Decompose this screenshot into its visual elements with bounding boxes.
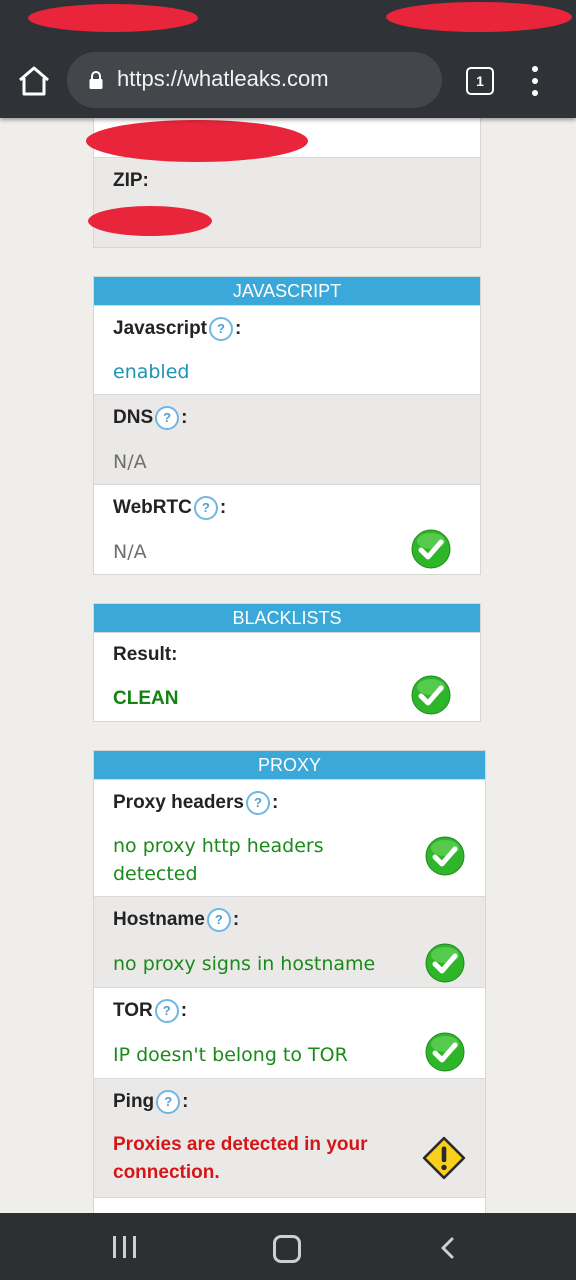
back-icon[interactable] <box>438 1237 458 1259</box>
ping-label: Ping <box>113 1091 155 1112</box>
javascript-value: enabled <box>113 361 190 383</box>
browser-toolbar: https://whatleaks.com 1 <box>0 44 576 118</box>
dns-label: DNS <box>113 407 154 428</box>
ping-row: Ping?: Proxies are detected in your conn… <box>94 1078 485 1197</box>
webrtc-label: WebRTC <box>113 497 192 518</box>
proxy-card: PROXY Proxy headers?: no proxy http head… <box>93 750 486 1213</box>
check-icon <box>411 675 451 715</box>
result-label: Result: <box>113 644 178 665</box>
address-bar[interactable]: https://whatleaks.com <box>67 52 442 108</box>
proxy-headers-label: Proxy headers <box>113 792 244 813</box>
help-icon[interactable]: ? <box>156 1090 181 1114</box>
help-icon[interactable]: ? <box>193 496 218 520</box>
help-icon[interactable]: ? <box>245 791 270 815</box>
status-bar <box>0 0 576 44</box>
url-text: https://whatleaks.com <box>117 66 329 91</box>
blacklists-card-title: BLACKLISTS <box>94 604 480 632</box>
warning-icon <box>422 1136 466 1180</box>
javascript-label: Javascript <box>113 318 208 339</box>
proxy-headers-value-line2: detected <box>113 863 198 885</box>
recents-icon[interactable] <box>113 1236 137 1258</box>
nav-home-icon[interactable] <box>273 1235 301 1263</box>
help-icon[interactable]: ? <box>209 317 234 341</box>
ping-value-line1: Proxies are detected in your <box>113 1134 368 1155</box>
help-icon[interactable]: ? <box>154 999 179 1023</box>
lock-icon <box>89 71 103 89</box>
webrtc-value: N/A <box>113 541 147 563</box>
dns-value: N/A <box>113 451 147 473</box>
webrtc-row: WebRTC?: N/A <box>94 484 480 574</box>
proxy-headers-value-line1: no proxy http headers <box>113 835 324 857</box>
system-nav-bar <box>0 1213 576 1280</box>
zip-label: ZIP: <box>113 170 149 191</box>
result-row: Result: CLEAN <box>94 632 480 721</box>
proxy-headers-row: Proxy headers?: no proxy http headers de… <box>94 779 485 896</box>
check-icon <box>425 943 465 983</box>
help-icon[interactable]: ? <box>155 406 180 430</box>
blacklists-card: BLACKLISTS Result: CLEAN <box>93 603 481 722</box>
check-icon <box>411 529 451 569</box>
check-icon <box>425 836 465 876</box>
tor-row: TOR?: IP doesn't belong to TOR <box>94 987 485 1078</box>
tor-value: IP doesn't belong to TOR <box>113 1044 348 1066</box>
tab-switcher-button[interactable]: 1 <box>466 67 494 95</box>
dns-row: DNS?: N/A <box>94 394 480 484</box>
redaction-scribble <box>86 120 308 162</box>
redaction-scribble <box>88 206 212 236</box>
result-value: CLEAN <box>113 688 179 709</box>
redaction-scribble <box>386 2 572 32</box>
proxy-card-title: PROXY <box>94 751 485 779</box>
hostname-row: Hostname?: no proxy signs in hostname <box>94 896 485 987</box>
hostname-value: no proxy signs in hostname <box>113 953 376 975</box>
javascript-card-title: JAVASCRIPT <box>94 277 480 305</box>
hostname-label: Hostname <box>113 909 205 930</box>
redaction-scribble <box>28 4 198 32</box>
ping-value-line2: connection. <box>113 1162 220 1183</box>
javascript-card: JAVASCRIPT Javascript?: enabled DNS?: N/… <box>93 276 481 575</box>
cut-off-row <box>94 1197 485 1213</box>
home-icon[interactable] <box>16 64 52 98</box>
tor-label: TOR <box>113 1000 153 1021</box>
javascript-row: Javascript?: enabled <box>94 305 480 394</box>
check-icon <box>425 1032 465 1072</box>
more-vert-icon[interactable] <box>528 66 542 96</box>
page-content: ZIP: JAVASCRIPT Javascript?: enabled DNS… <box>0 118 576 1213</box>
help-icon[interactable]: ? <box>206 908 231 932</box>
